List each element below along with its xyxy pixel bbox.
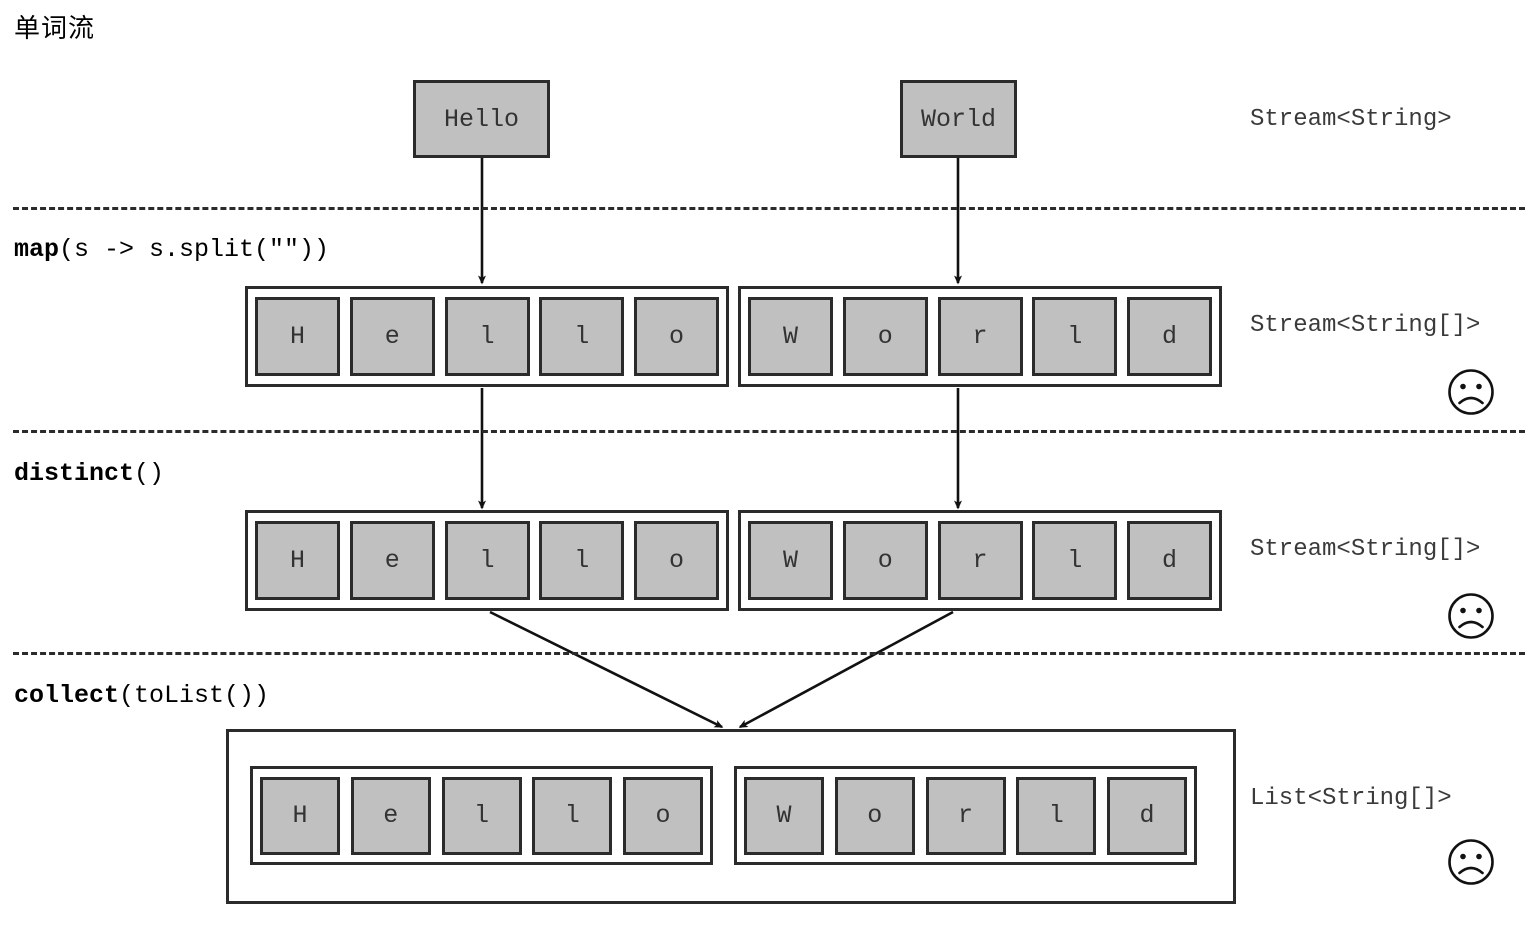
type-label-stream-string-array-2: Stream<String[]> [1250,536,1481,563]
op-label-map-rest: (s -> s.split("")) [59,235,330,264]
char-cell: o [842,297,928,376]
type-label-stream-string-array-1: Stream<String[]> [1250,312,1481,339]
char-cell: r [925,776,1006,855]
type-label-stream-string: Stream<String> [1250,106,1452,133]
op-label-collect-bold: collect [14,681,120,710]
op-label-collect-rest: (toList()) [119,681,270,710]
char-cell: o [634,521,719,600]
list-container-collect: H e l l o W o r l d [226,729,1236,904]
char-cell: l [441,776,522,855]
char-cell: r [937,297,1023,376]
op-label-distinct-rest: () [134,459,165,488]
char-cell: l [444,297,530,376]
array-box-distinct-world: W o r l d [738,510,1222,611]
char-cell: W [748,297,833,376]
array-box-map-hello: H e l l o [245,286,729,387]
char-cell: l [1032,521,1118,600]
char-cell: d [1107,776,1187,855]
char-cell: l [1016,776,1097,855]
op-label-map-bold: map [14,235,60,264]
op-label-collect: collect(toList()) [14,681,269,710]
char-cell: H [260,776,340,855]
char-cell: l [539,521,625,600]
char-cell: W [744,776,824,855]
op-label-distinct-bold: distinct [14,459,135,488]
array-box-collect-world: W o r l d [734,766,1197,865]
op-label-map: map(s -> s.split("")) [14,235,329,264]
page-title: 单词流 [14,14,96,44]
char-cell: l [1032,297,1118,376]
char-cell: H [255,297,340,376]
separator-line-1 [13,207,1525,210]
word-box-hello-label: Hello [443,104,519,134]
char-cell: o [834,776,915,855]
char-cell: r [937,521,1023,600]
char-cell: o [634,297,719,376]
word-box-world-label: World [920,104,996,134]
char-cell: o [842,521,928,600]
char-cell: e [349,297,435,376]
char-cell: W [748,521,833,600]
char-cell: H [255,521,340,600]
sad-face-icon [1448,593,1494,639]
char-cell: d [1127,297,1212,376]
array-box-collect-hello: H e l l o [250,766,713,865]
char-cell: d [1127,521,1212,600]
word-box-world: World [900,80,1017,158]
char-cell: o [623,776,703,855]
type-label-list-string-array: List<String[]> [1250,785,1452,812]
sad-face-icon [1448,369,1494,415]
diagram-canvas: 单词流 Hello World Stream<String> map(s -> … [0,0,1540,926]
op-label-distinct: distinct() [14,459,164,488]
array-box-distinct-hello: H e l l o [245,510,729,611]
char-cell: e [349,521,435,600]
char-cell: e [350,776,431,855]
separator-line-2 [13,430,1525,433]
char-cell: l [532,776,613,855]
char-cell: l [444,521,530,600]
separator-line-3 [13,652,1525,655]
array-box-map-world: W o r l d [738,286,1222,387]
char-cell: l [539,297,625,376]
word-box-hello: Hello [413,80,550,158]
sad-face-icon [1448,839,1494,885]
